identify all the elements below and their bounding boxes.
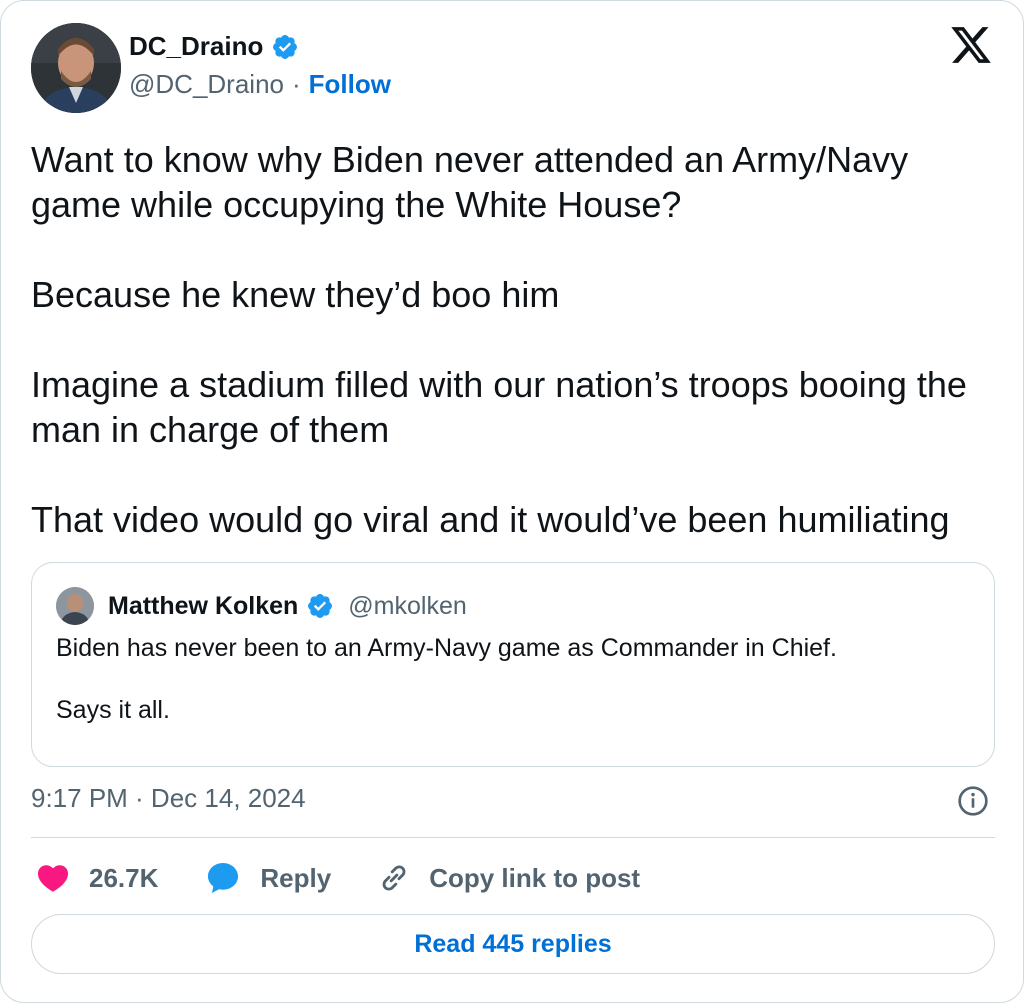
like-count: 26.7K (89, 862, 159, 893)
action-bar: 26.7K Reply Copy link to post (35, 857, 686, 899)
quoted-post-header: Matthew Kolken @mkolken (56, 587, 467, 625)
post-paragraph: That video would go viral and it would’v… (31, 499, 950, 540)
follow-button[interactable]: Follow (309, 69, 391, 100)
verified-badge-icon (308, 594, 333, 618)
reply-bubble-icon (208, 862, 239, 894)
post-timestamp[interactable]: 9:17 PM · Dec 14, 2024 (31, 783, 306, 814)
handle-separator: · (292, 69, 301, 99)
divider (31, 837, 995, 838)
embedded-post-card: DC_Draino @DC_Draino · Follow Want to kn… (0, 0, 1024, 1003)
post-paragraph: Because he knew they’d boo him (31, 274, 560, 315)
post-text: Want to know why Biden never attended an… (31, 137, 1001, 542)
x-logo-icon[interactable] (949, 23, 993, 67)
author-handle[interactable]: @DC_Draino (129, 69, 284, 100)
heart-icon (37, 865, 69, 892)
post-paragraph: Imagine a stadium filled with our nation… (31, 364, 977, 450)
info-icon[interactable] (957, 785, 989, 817)
copy-link-button[interactable]: Copy link to post (377, 861, 640, 895)
author-name-row: DC_Draino (129, 31, 299, 62)
copy-link-label: Copy link to post (429, 862, 641, 893)
author-avatar-image (31, 23, 121, 113)
read-replies-button[interactable]: Read 445 replies (31, 914, 995, 974)
reply-label: Reply (260, 862, 332, 893)
post-paragraph: Want to know why Biden never attended an… (31, 139, 919, 225)
quoted-avatar-image (56, 587, 94, 625)
verified-badge-icon (273, 34, 298, 59)
quoted-paragraph: Says it all. (56, 696, 170, 724)
quoted-paragraph: Biden has never been to an Army-Navy gam… (56, 634, 837, 662)
link-icon (382, 865, 406, 891)
quoted-post-text: Biden has never been to an Army-Navy gam… (56, 633, 837, 757)
author-avatar[interactable] (31, 23, 121, 113)
quoted-display-name: Matthew Kolken (108, 591, 299, 620)
quoted-handle: @mkolken (348, 591, 467, 620)
reply-button[interactable]: Reply (204, 859, 331, 897)
author-handle-row: @DC_Draino · Follow (129, 69, 391, 100)
author-display-name[interactable]: DC_Draino (129, 31, 263, 62)
quoted-post[interactable]: Matthew Kolken @mkolken Biden has never … (31, 562, 995, 767)
like-button[interactable]: 26.7K (35, 860, 158, 896)
quoted-author-avatar (56, 587, 94, 625)
